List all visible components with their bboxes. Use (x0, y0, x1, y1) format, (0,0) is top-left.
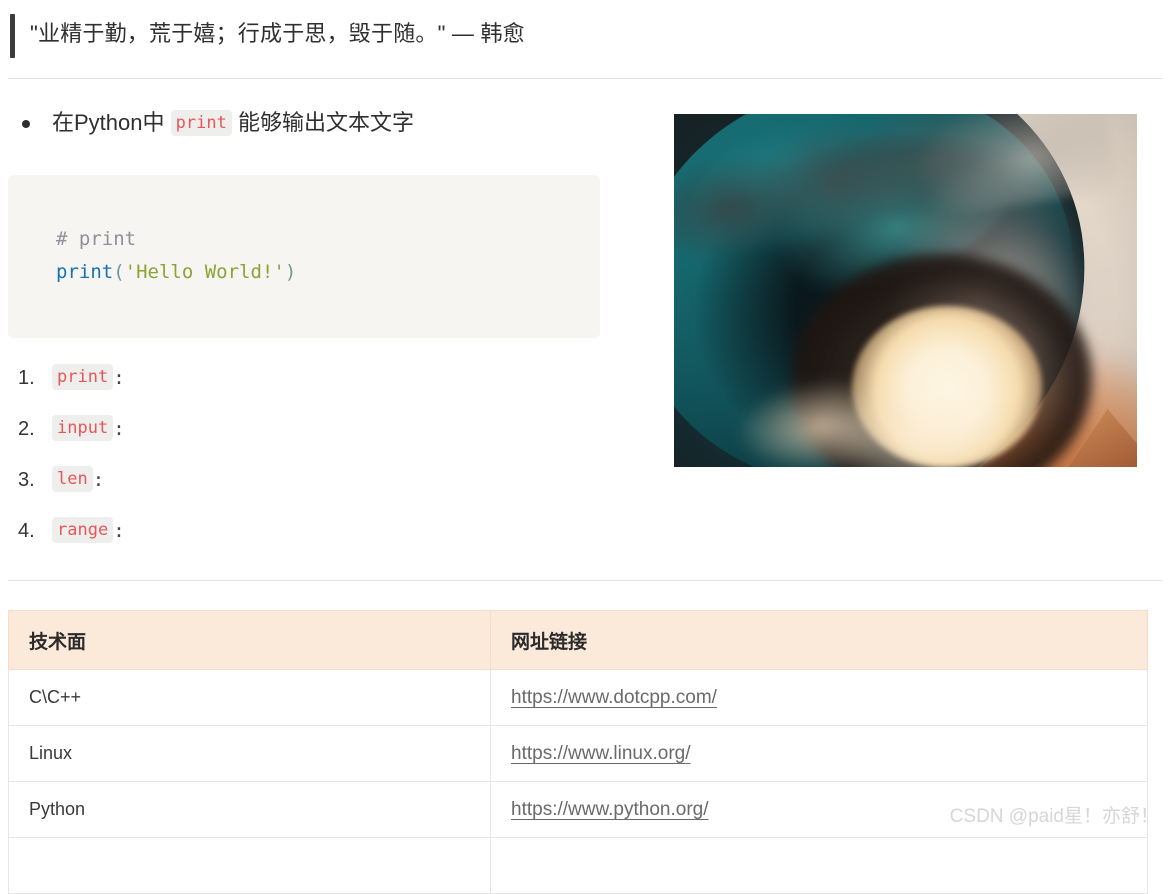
table-row: C\C++ https://www.dotcpp.com/ (8, 669, 1148, 726)
code-string-literal: 'Hello World!' (124, 261, 285, 283)
cell-url: https://www.dotcpp.com/ (490, 669, 1148, 726)
bullet-text-suffix: 能够输出文本文字 (237, 110, 414, 135)
list-item: 3. len: (0, 460, 125, 511)
code-open-paren: ( (113, 261, 125, 283)
link-linux[interactable]: https://www.linux.org/ (511, 743, 691, 764)
cell-url (490, 837, 1148, 894)
list-colon: : (113, 520, 125, 542)
cell-url: https://www.linux.org/ (490, 725, 1148, 782)
blockquote-text: "业精于勤，荒于嬉；行成于思，毁于随。" — 韩愈 (30, 21, 525, 46)
image-vignette-layer (674, 114, 1137, 467)
column-header-tech: 技术面 (8, 610, 491, 670)
column-header-url: 网址链接 (490, 610, 1148, 670)
list-number: 3. (18, 469, 35, 491)
tech-links-table: 技术面 网址链接 C\C++ https://www.dotcpp.com/ L… (8, 610, 1148, 894)
cell-tech: C\C++ (8, 669, 491, 726)
code-block[interactable]: # print print('Hello World!') (8, 175, 600, 338)
link-python[interactable]: https://www.python.org/ (511, 799, 709, 820)
inline-code-print: print (52, 364, 114, 390)
table-row-partial (8, 837, 1148, 894)
table-header-row: 技术面 网址链接 (8, 610, 1148, 670)
list-colon: : (92, 469, 105, 491)
ordered-list: 1. print: 2. input: 3. len: 4. range: (0, 358, 125, 562)
inline-code-print: print (170, 110, 232, 136)
blockquote: "业精于勤，荒于嬉；行成于思，毁于随。" — 韩愈 (0, 0, 1171, 72)
list-number: 4. (18, 520, 35, 542)
cell-url: https://www.python.org/ (490, 781, 1148, 838)
code-function-name: print (56, 261, 114, 283)
code-close-paren: ) (284, 261, 297, 283)
cell-tech (8, 837, 491, 894)
main-content: 在Python中 print 能够输出文本文字 # print print('H… (0, 106, 1171, 543)
bullet-text-prefix: 在Python中 (52, 110, 165, 135)
list-item: 4. range: (0, 511, 125, 562)
code-comment-line: # print (56, 228, 137, 250)
inline-code-range: range (52, 517, 114, 543)
divider-middle (8, 580, 1163, 581)
list-item: 2. input: (0, 409, 125, 460)
list-number: 2. (18, 418, 35, 440)
divider-top (8, 78, 1163, 79)
inline-code-input: input (52, 415, 114, 441)
inline-code-len: len (52, 466, 93, 492)
cell-tech: Python (8, 781, 491, 838)
list-item: 1. print: (0, 358, 125, 409)
hero-image-ocean-wave (674, 114, 1137, 467)
bullet-marker-icon (22, 120, 30, 128)
list-number: 1. (18, 367, 35, 389)
list-colon: : (113, 367, 125, 389)
list-colon: : (113, 418, 125, 440)
blockquote-accent-bar (10, 14, 15, 58)
cell-tech: Linux (8, 725, 491, 782)
table-row: Python https://www.python.org/ (8, 781, 1148, 838)
table-row: Linux https://www.linux.org/ (8, 725, 1148, 782)
link-dotcpp[interactable]: https://www.dotcpp.com/ (511, 687, 717, 708)
